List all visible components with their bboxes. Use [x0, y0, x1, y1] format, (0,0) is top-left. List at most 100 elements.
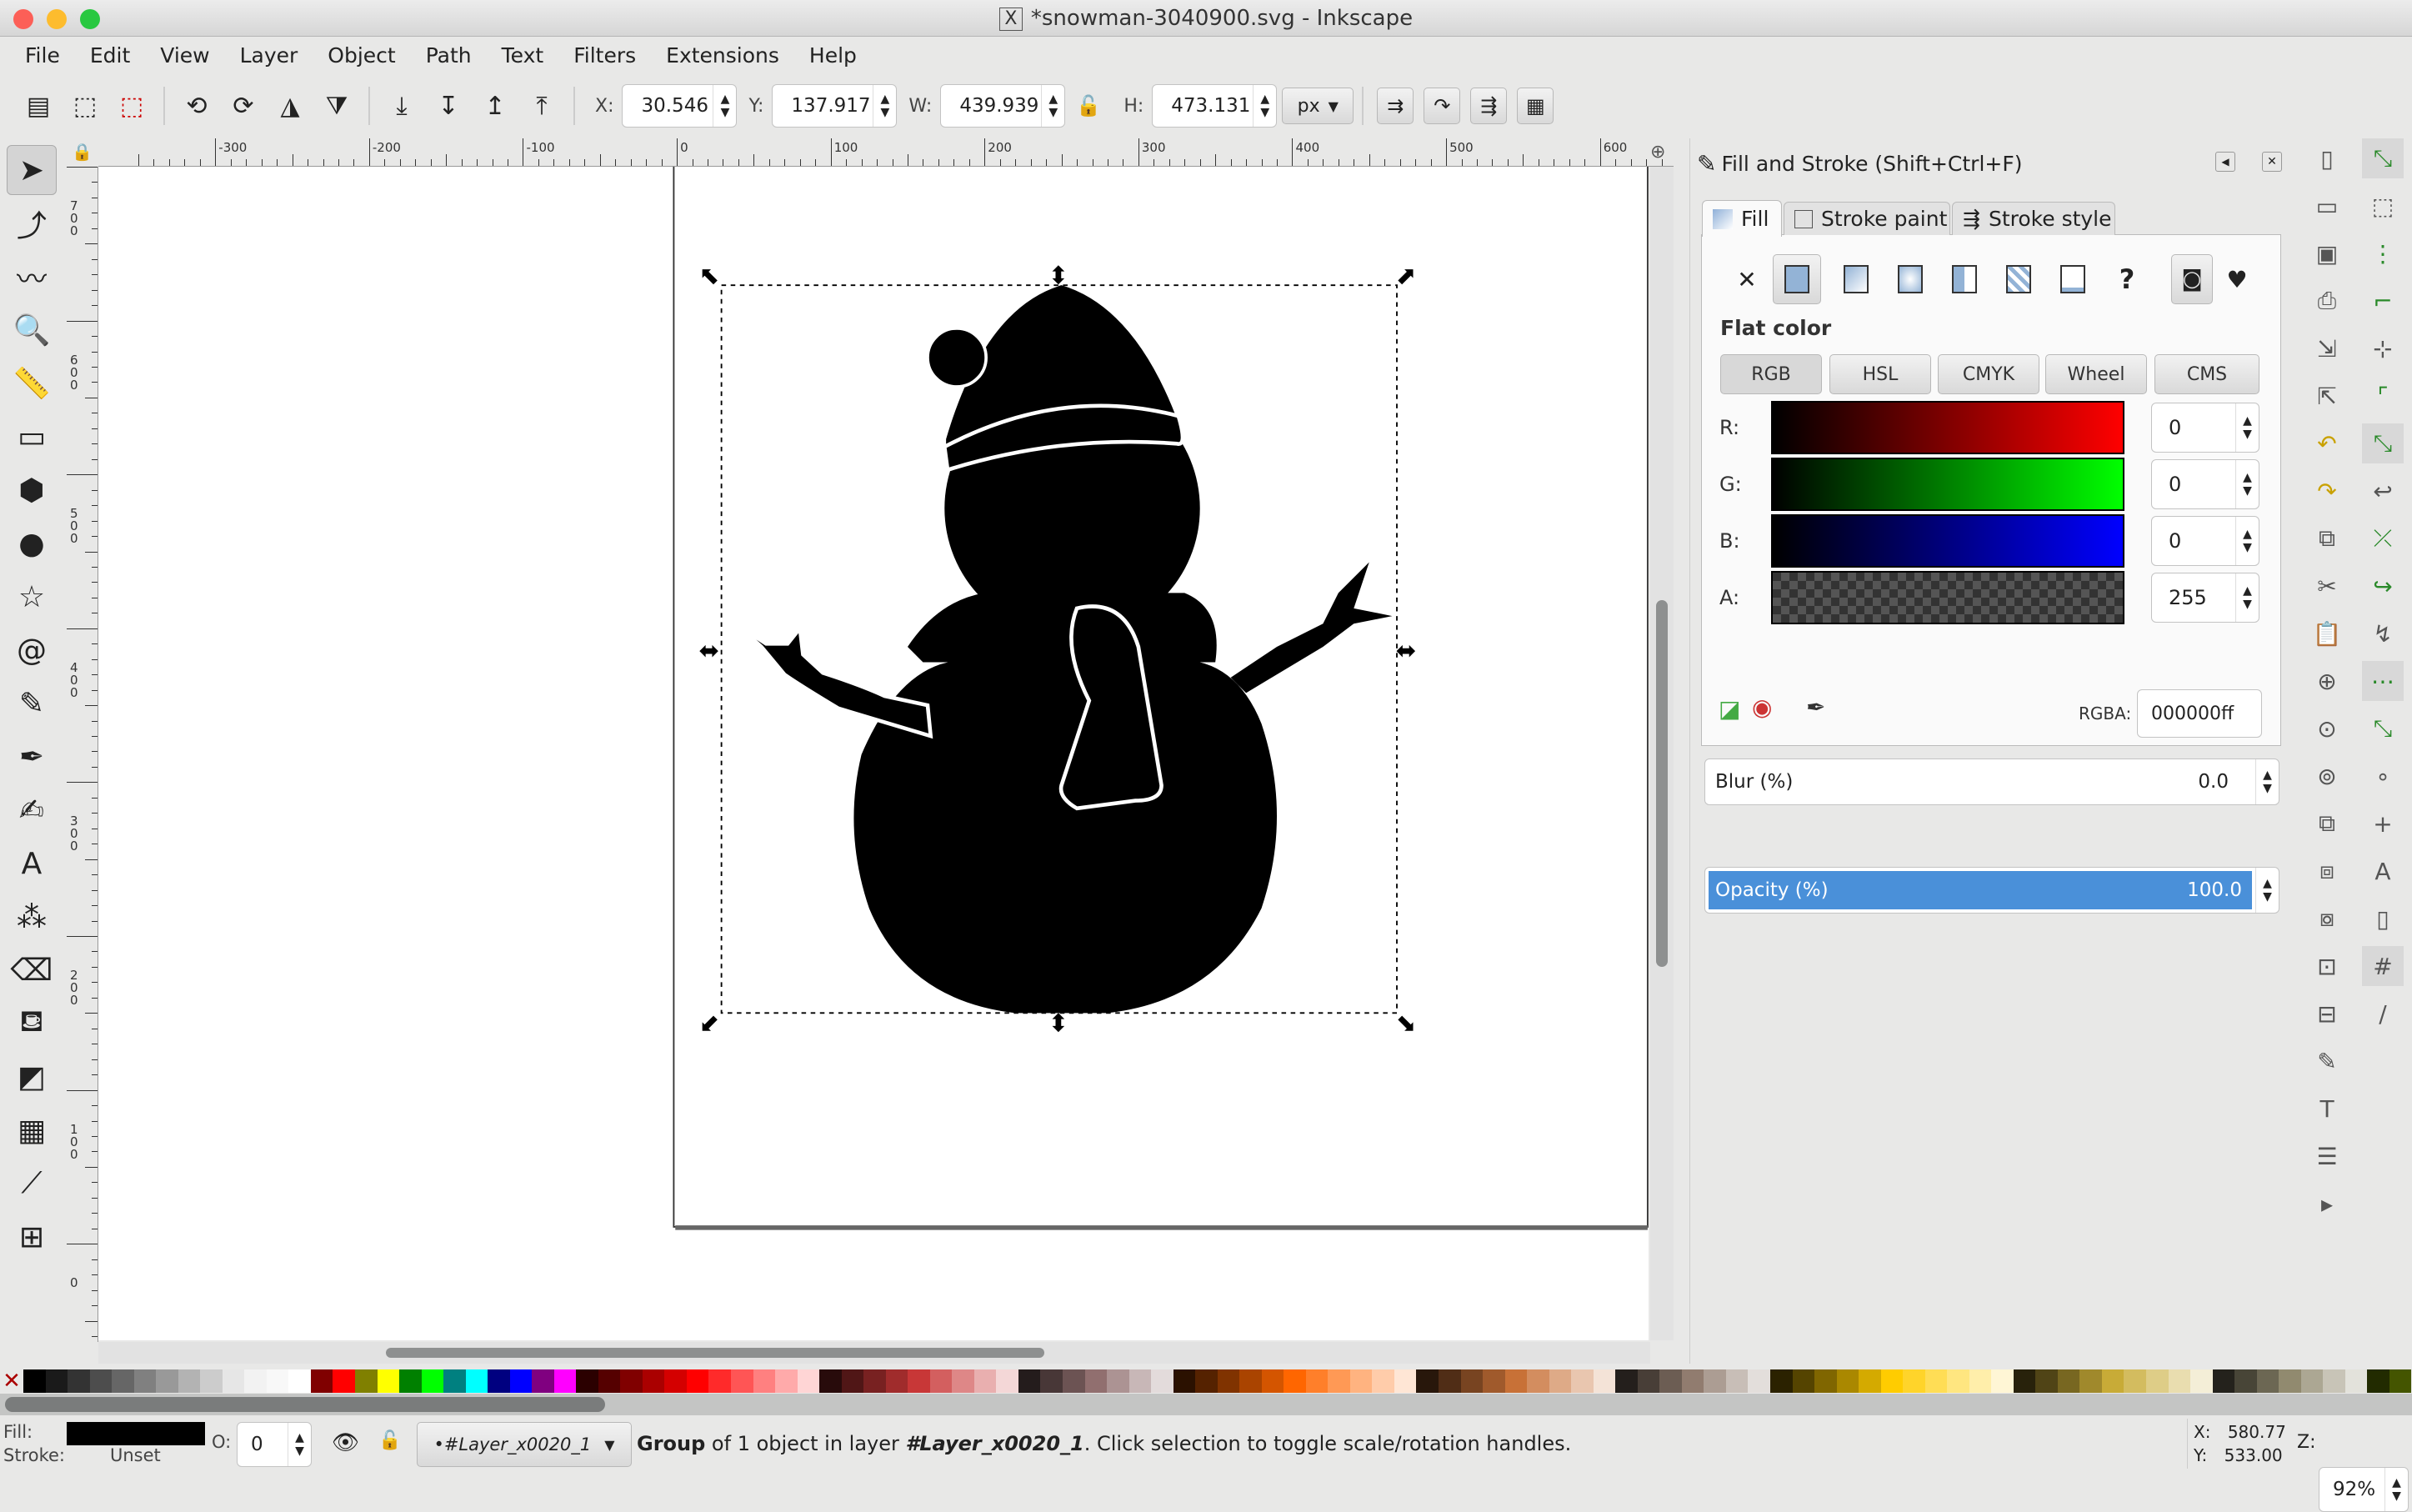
color-swatch[interactable] — [952, 1369, 974, 1393]
unset-paint-icon[interactable]: ? — [2110, 263, 2144, 296]
mode-wheel-button[interactable]: Wheel — [2045, 354, 2147, 394]
snap-bbox-midpoint-icon[interactable]: ⊹ — [2362, 328, 2404, 368]
iconify-button[interactable]: ◀ — [2215, 152, 2235, 172]
x-stepper[interactable]: ▲ ▼ — [713, 85, 736, 127]
zoom-stepper[interactable]: ▲ ▼ — [2384, 1468, 2408, 1511]
color-swatch[interactable] — [1704, 1369, 1726, 1393]
channel-input[interactable]: 0 ▲ ▼ — [2151, 459, 2259, 509]
tab-fill[interactable]: Fill — [1702, 200, 1782, 237]
menu-help[interactable]: Help — [794, 43, 872, 68]
color-swatch[interactable] — [244, 1369, 267, 1393]
channel-stepper[interactable]: ▲ ▼ — [2235, 460, 2259, 508]
menu-view[interactable]: View — [145, 43, 224, 68]
minimize-window-button[interactable] — [47, 9, 67, 29]
radial-gradient-icon[interactable] — [1894, 263, 1927, 296]
canvas[interactable]: ⬉ ⬈ ⬋ ⬊ ⬍ ⬍ ⬌ ⬌ — [98, 167, 1649, 1340]
color-swatch[interactable] — [1239, 1369, 1262, 1393]
w-stepper[interactable]: ▲ ▼ — [1041, 85, 1064, 127]
color-swatch[interactable] — [1040, 1369, 1063, 1393]
select-all-icon[interactable]: ▤ — [20, 88, 57, 124]
color-swatch[interactable] — [576, 1369, 598, 1393]
layer-lock-icon[interactable]: 🔓 — [378, 1430, 401, 1451]
swatch-icon[interactable] — [2056, 263, 2089, 296]
selector-icon[interactable]: ➤ — [7, 145, 57, 195]
vertical-scroll-thumb[interactable] — [1656, 600, 1668, 967]
unlink-clone-icon[interactable]: ⧇ — [2306, 899, 2348, 939]
lower-to-bottom-icon[interactable]: ⤓ — [383, 88, 420, 124]
color-swatch[interactable] — [2168, 1369, 2191, 1393]
snap-smooth-icon[interactable]: ↯ — [2362, 613, 2404, 653]
snap-nodes-icon[interactable]: ⤡ — [2362, 423, 2404, 463]
menu-filters[interactable]: Filters — [558, 43, 651, 68]
color-swatch[interactable] — [1261, 1369, 1284, 1393]
color-swatch[interactable] — [1460, 1369, 1484, 1393]
color-swatch[interactable] — [443, 1369, 466, 1393]
color-swatch[interactable] — [553, 1369, 577, 1393]
snap-rotation-center-icon[interactable]: + — [2362, 804, 2404, 844]
snap-line-midpoint-icon[interactable]: ⋯ — [2362, 661, 2404, 701]
fill-indicator[interactable] — [67, 1422, 205, 1445]
text-icon[interactable]: A — [7, 839, 57, 889]
maximize-window-button[interactable] — [80, 9, 100, 29]
snap-toggle-icon[interactable]: ⤡ — [2362, 138, 2404, 178]
snap-guide-icon[interactable]: / — [2362, 994, 2404, 1034]
color-swatch[interactable] — [2013, 1369, 2036, 1393]
color-swatch[interactable] — [1416, 1369, 1439, 1393]
opacity-stepper[interactable]: ▲ ▼ — [2255, 868, 2279, 913]
color-swatch[interactable] — [2279, 1369, 2301, 1393]
zoom-corner-icon[interactable]: ⊕ — [1650, 142, 1674, 165]
color-swatch[interactable] — [89, 1369, 113, 1393]
measure-icon[interactable]: 📏 — [7, 358, 57, 408]
color-swatch[interactable] — [929, 1369, 953, 1393]
opacity-slider[interactable]: Opacity (%) 100.0 ▲ ▼ — [1704, 867, 2279, 914]
color-swatch[interactable] — [686, 1369, 709, 1393]
duplicate-icon[interactable]: ⧉ — [2306, 804, 2348, 844]
color-swatch[interactable] — [68, 1369, 90, 1393]
color-swatch[interactable] — [2344, 1369, 2368, 1393]
h-input[interactable]: 473.131 ▲ ▼ — [1152, 84, 1278, 128]
mode-cmyk-button[interactable]: CMYK — [1938, 354, 2039, 394]
dropper-icon[interactable]: ⟋ — [7, 1159, 57, 1209]
color-swatch[interactable] — [2124, 1369, 2146, 1393]
color-swatch[interactable] — [2079, 1369, 2102, 1393]
unit-select[interactable]: px ▼ — [1282, 88, 1354, 124]
raise-icon[interactable]: ↥ — [477, 88, 513, 124]
new-document-icon[interactable]: ▯ — [2306, 138, 2348, 178]
color-swatch[interactable] — [1593, 1369, 1616, 1393]
color-swatch[interactable] — [1305, 1369, 1329, 1393]
deselect-icon[interactable]: ⬚ — [113, 88, 150, 124]
color-swatch[interactable] — [1084, 1369, 1108, 1393]
channel-slider[interactable] — [1771, 571, 2124, 624]
snap-path-icon[interactable]: ↩ — [2362, 471, 2404, 511]
color-swatch[interactable] — [1637, 1369, 1660, 1393]
menu-edit[interactable]: Edit — [75, 43, 145, 68]
color-swatch[interactable] — [731, 1369, 753, 1393]
raise-to-top-icon[interactable]: ⤒ — [523, 88, 560, 124]
color-swatch[interactable] — [2300, 1369, 2324, 1393]
color-swatch[interactable] — [797, 1369, 820, 1393]
color-swatch[interactable] — [222, 1369, 245, 1393]
color-swatch[interactable] — [1439, 1369, 1461, 1393]
color-swatch[interactable] — [1349, 1369, 1373, 1393]
color-swatch[interactable] — [112, 1369, 134, 1393]
color-swatch[interactable] — [1880, 1369, 1904, 1393]
color-swatch[interactable] — [598, 1369, 621, 1393]
color-swatch[interactable] — [421, 1369, 444, 1393]
color-swatch[interactable] — [377, 1369, 400, 1393]
color-swatch[interactable] — [1903, 1369, 1925, 1393]
color-swatch[interactable] — [973, 1369, 997, 1393]
color-swatch[interactable] — [1549, 1369, 1572, 1393]
color-swatch[interactable] — [2101, 1369, 2124, 1393]
ungroup-icon[interactable]: ⊟ — [2306, 994, 2348, 1034]
color-swatch[interactable] — [1792, 1369, 1815, 1393]
zoom-icon[interactable]: 🔍 — [7, 305, 57, 355]
channel-input[interactable]: 255 ▲ ▼ — [2151, 573, 2259, 623]
menu-path[interactable]: Path — [411, 43, 487, 68]
channel-slider[interactable] — [1771, 458, 2124, 511]
menu-extensions[interactable]: Extensions — [651, 43, 794, 68]
rotate-ccw-icon[interactable]: ⟲ — [178, 88, 215, 124]
scale-corners-icon[interactable]: ↷ — [1424, 88, 1461, 124]
color-swatch[interactable] — [178, 1369, 201, 1393]
vertical-scrollbar[interactable] — [1650, 167, 1674, 1340]
color-swatch[interactable] — [819, 1369, 842, 1393]
